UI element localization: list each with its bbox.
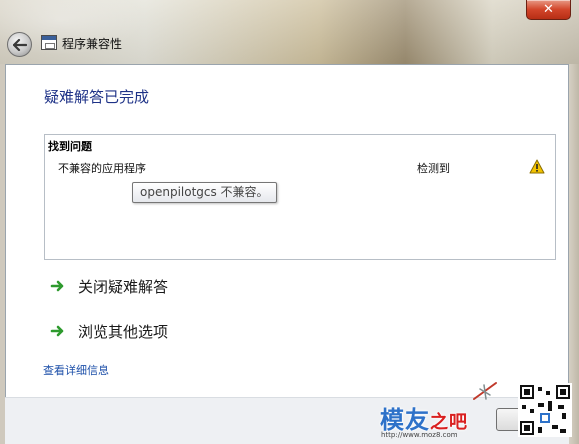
issue-status: 检测到 xyxy=(417,162,450,175)
issue-name[interactable]: 不兼容的应用程序 xyxy=(58,160,146,176)
watermark-logo: 模友之吧 xyxy=(380,400,468,435)
back-button[interactable] xyxy=(7,32,32,57)
window-title: 程序兼容性 xyxy=(62,37,123,51)
green-arrow-icon xyxy=(50,325,64,337)
close-icon: ✕ xyxy=(543,2,554,17)
explore-options-label: 浏览其他选项 xyxy=(78,322,169,341)
qr-code-icon xyxy=(518,383,572,437)
close-troubleshooter-label: 关闭疑难解答 xyxy=(78,277,169,296)
content-panel: 疑难解答已完成 找到问题 不兼容的应用程序 检测到 openpilotgcs 不… xyxy=(5,64,569,397)
problems-found-box: 找到问题 不兼容的应用程序 检测到 openpilotgcs 不兼容。 xyxy=(44,134,556,260)
view-details-link[interactable]: 查看详细信息 xyxy=(43,362,109,378)
close-troubleshooter-link[interactable]: 关闭疑难解答 xyxy=(50,275,168,297)
issue-tooltip: openpilotgcs 不兼容。 xyxy=(132,182,277,203)
app-window-icon xyxy=(41,35,57,50)
problems-header: 找到问题 xyxy=(48,140,92,153)
explore-options-link[interactable]: 浏览其他选项 xyxy=(50,320,168,342)
titlebar-glass-overlay xyxy=(0,0,579,64)
plane-logo-icon xyxy=(473,382,497,400)
green-arrow-icon xyxy=(50,280,64,292)
back-arrow-icon xyxy=(12,38,27,51)
watermark-logo-text: 模友 xyxy=(380,406,430,434)
close-button[interactable]: ✕ xyxy=(526,0,571,20)
page-title: 疑难解答已完成 xyxy=(44,88,150,106)
watermark-logo-accent: 之吧 xyxy=(430,412,468,433)
watermark-url: http://www.moz8.com xyxy=(381,431,458,439)
warning-icon xyxy=(529,159,545,174)
